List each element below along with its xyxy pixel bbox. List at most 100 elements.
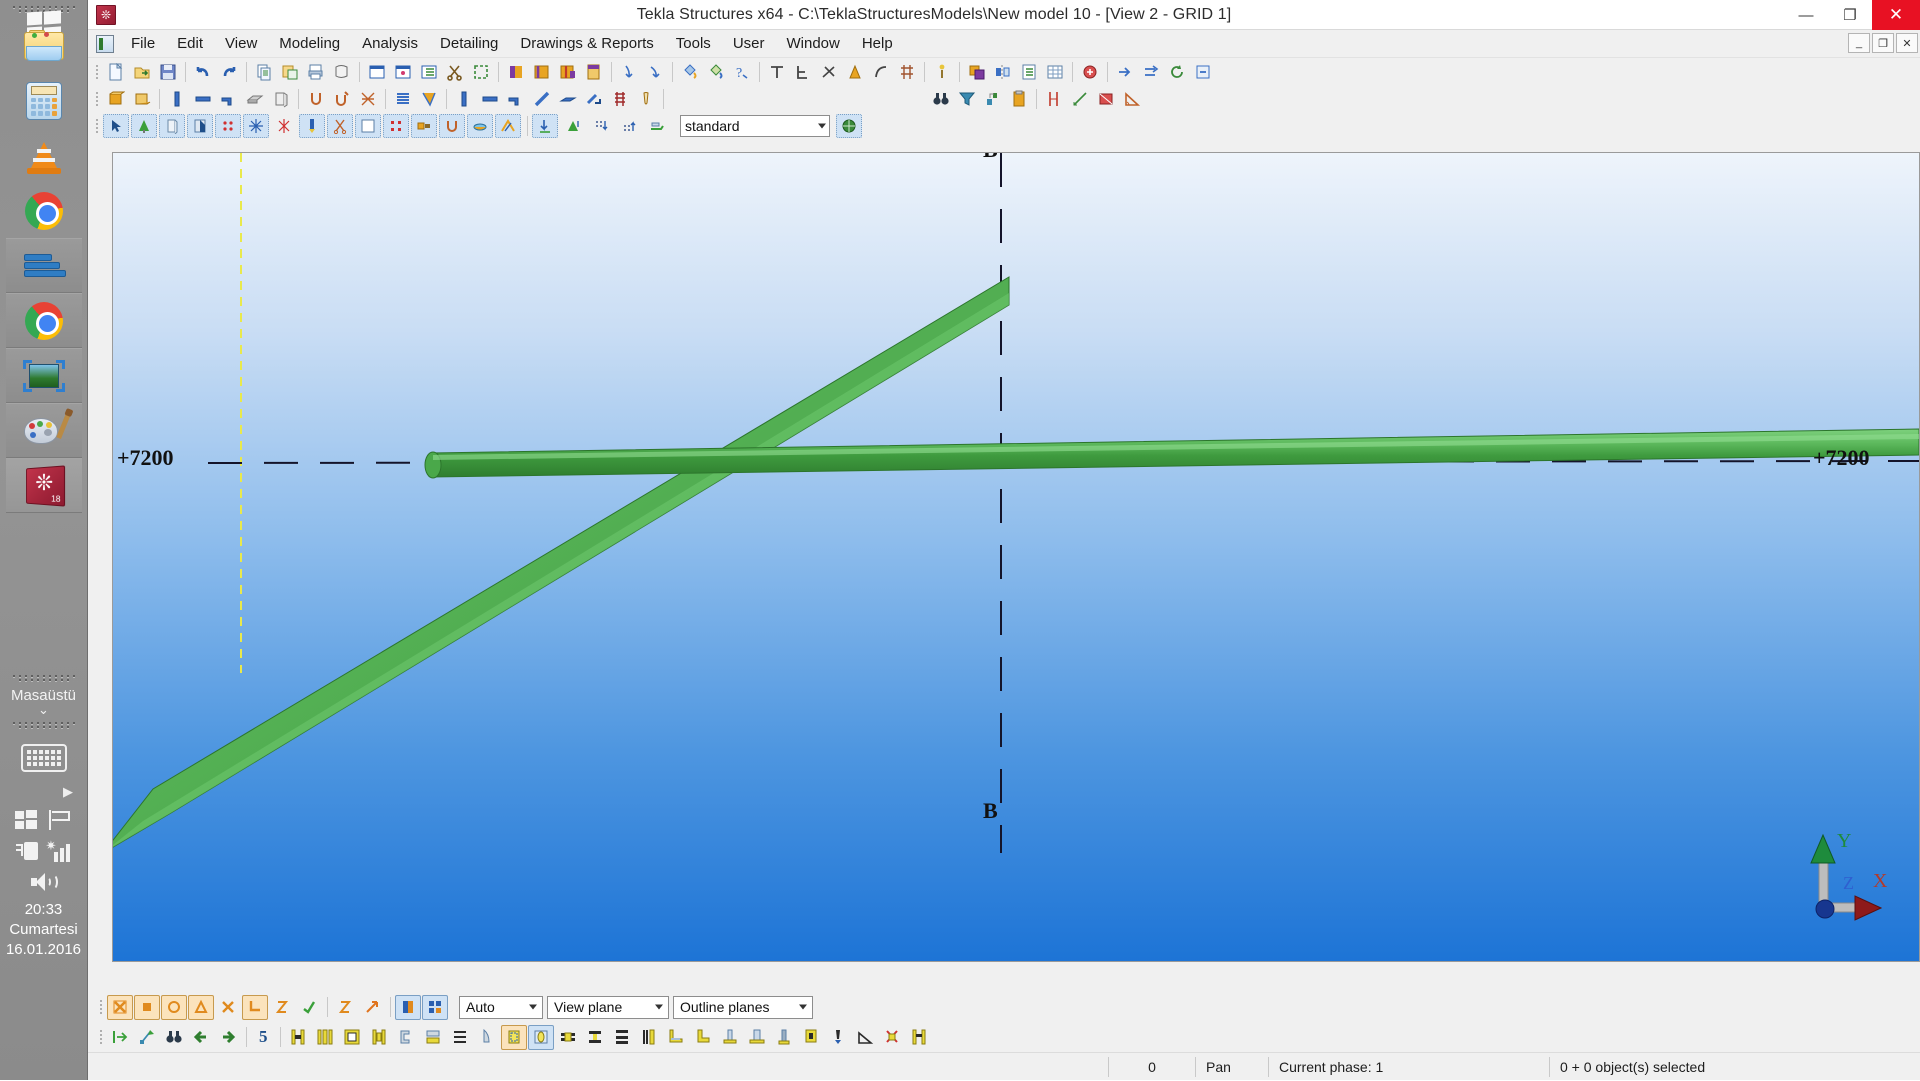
menu-view[interactable]: View bbox=[214, 31, 268, 56]
model-view-container[interactable]: B B +7200 +7200 Y X Z bbox=[112, 152, 1920, 962]
taskbar-item-file-explorer[interactable] bbox=[0, 18, 88, 73]
select-bolt-icon[interactable] bbox=[215, 114, 241, 138]
snap-grid-down-icon[interactable] bbox=[588, 114, 614, 138]
pick-point-icon[interactable] bbox=[929, 60, 955, 84]
select-assembly-icon[interactable] bbox=[187, 114, 213, 138]
connection-1-icon[interactable] bbox=[285, 1025, 311, 1050]
select-all-icon[interactable] bbox=[103, 114, 129, 138]
measure-angle-icon[interactable] bbox=[1119, 87, 1145, 111]
select-surface-icon[interactable] bbox=[299, 114, 325, 138]
rebar-icon[interactable] bbox=[390, 87, 416, 111]
model-canvas[interactable] bbox=[113, 153, 1919, 961]
mdi-document-icon[interactable] bbox=[96, 35, 114, 53]
previous-icon[interactable] bbox=[188, 1025, 214, 1050]
cut-tool-icon[interactable] bbox=[879, 1025, 905, 1050]
select-view-icon[interactable] bbox=[355, 114, 381, 138]
base-3-icon[interactable] bbox=[771, 1025, 797, 1050]
select-rebar-icon[interactable] bbox=[243, 114, 269, 138]
select-weld-icon[interactable] bbox=[271, 114, 297, 138]
window-dot-icon[interactable] bbox=[390, 60, 416, 84]
model-view-3d[interactable]: B B +7200 +7200 Y X Z bbox=[112, 152, 1920, 962]
clock-time[interactable]: 20:33 bbox=[0, 900, 87, 920]
snap-nearest-icon[interactable] bbox=[269, 995, 295, 1020]
bolt-array-icon[interactable] bbox=[329, 87, 355, 111]
table-icon[interactable] bbox=[1042, 60, 1068, 84]
taskbar-window-tekla[interactable]: ❊ 18 bbox=[0, 458, 88, 513]
create-part2-icon[interactable] bbox=[129, 87, 155, 111]
select-pour-icon[interactable] bbox=[467, 114, 493, 138]
base-plate-icon[interactable] bbox=[582, 1025, 608, 1050]
arrow-down-small-icon[interactable] bbox=[616, 60, 642, 84]
snap-midpoint-icon[interactable] bbox=[188, 995, 214, 1020]
zoom-fit-icon[interactable] bbox=[134, 1025, 160, 1050]
circular-hole-icon[interactable] bbox=[528, 1025, 554, 1050]
toolbar-grip[interactable] bbox=[97, 1027, 104, 1047]
column-base-icon[interactable] bbox=[906, 1025, 932, 1050]
snap-arc-icon[interactable] bbox=[868, 60, 894, 84]
bolt-icon[interactable] bbox=[303, 87, 329, 111]
app-icon[interactable] bbox=[94, 3, 118, 27]
weld-icon[interactable] bbox=[355, 87, 381, 111]
close-button[interactable]: ✕ bbox=[1872, 0, 1920, 30]
snap-center-icon[interactable] bbox=[161, 995, 187, 1020]
snap-line-icon[interactable] bbox=[296, 995, 322, 1020]
print-icon[interactable] bbox=[303, 60, 329, 84]
outline-planes-select[interactable]: Outline planes bbox=[673, 996, 813, 1019]
minimize-button[interactable]: — bbox=[1784, 0, 1828, 30]
help-box-icon[interactable] bbox=[1190, 60, 1216, 84]
redo-arrow-icon[interactable] bbox=[216, 60, 242, 84]
snap-perp-icon[interactable] bbox=[764, 60, 790, 84]
snap-extension-icon[interactable] bbox=[332, 995, 358, 1020]
mdi-restore-button[interactable]: ❐ bbox=[1872, 33, 1894, 53]
haunch-icon[interactable] bbox=[474, 1025, 500, 1050]
taskbar-item-calculator[interactable] bbox=[0, 73, 88, 128]
taskbar-item-vlc[interactable] bbox=[0, 128, 88, 183]
select-points-icon[interactable] bbox=[383, 114, 409, 138]
list-report-icon[interactable] bbox=[1016, 60, 1042, 84]
toolbar-grip[interactable] bbox=[93, 62, 100, 82]
select-cut-icon[interactable] bbox=[327, 114, 353, 138]
snap-grid-up-icon[interactable] bbox=[616, 114, 642, 138]
binoculars-icon[interactable] bbox=[161, 1025, 187, 1050]
taskbar-window-chrome[interactable] bbox=[0, 293, 88, 348]
menu-window[interactable]: Window bbox=[775, 31, 850, 56]
diagonal-icon[interactable] bbox=[529, 87, 555, 111]
window-icon[interactable] bbox=[364, 60, 390, 84]
help-arrow2-icon[interactable] bbox=[1138, 60, 1164, 84]
clipboard-icon[interactable] bbox=[1006, 87, 1032, 111]
windows-icon[interactable] bbox=[15, 810, 37, 830]
column-splice-icon[interactable] bbox=[636, 1025, 662, 1050]
work-plane-select[interactable]: View plane bbox=[547, 996, 669, 1019]
undo-arrow-icon[interactable] bbox=[190, 60, 216, 84]
taskbar-window-etabs[interactable] bbox=[0, 238, 88, 293]
stiffener-2-icon[interactable] bbox=[798, 1025, 824, 1050]
beam-icon[interactable] bbox=[190, 87, 216, 111]
column-2-icon[interactable] bbox=[451, 87, 477, 111]
taskbar-window-photo-viewer[interactable] bbox=[0, 348, 88, 403]
battery-icon[interactable] bbox=[16, 840, 38, 862]
measure-angle-icon[interactable] bbox=[852, 1025, 878, 1050]
select-component-icon[interactable] bbox=[131, 114, 157, 138]
save-disk-icon[interactable] bbox=[155, 60, 181, 84]
snap-perpendicular-icon[interactable] bbox=[242, 995, 268, 1020]
menu-detailing[interactable]: Detailing bbox=[429, 31, 509, 56]
polybeam-icon[interactable] bbox=[216, 87, 242, 111]
snap-down-icon[interactable] bbox=[532, 114, 558, 138]
clip-angle-icon[interactable] bbox=[420, 1025, 446, 1050]
flag-icon[interactable] bbox=[49, 810, 73, 830]
menu-help[interactable]: Help bbox=[851, 31, 904, 56]
filter-icon[interactable] bbox=[954, 87, 980, 111]
brace-icon[interactable] bbox=[581, 87, 607, 111]
binoculars-icon[interactable] bbox=[928, 87, 954, 111]
snap-reference-point-icon[interactable] bbox=[134, 995, 160, 1020]
speaker-icon[interactable] bbox=[31, 872, 57, 892]
select-region-icon[interactable] bbox=[468, 60, 494, 84]
menu-file[interactable]: File bbox=[120, 31, 166, 56]
splice-icon[interactable] bbox=[555, 1025, 581, 1050]
component-number[interactable]: 5 bbox=[251, 1027, 276, 1047]
select-load-icon[interactable] bbox=[439, 114, 465, 138]
paint-bucket-2-icon[interactable] bbox=[703, 60, 729, 84]
arrow-down-curve-icon[interactable] bbox=[642, 60, 668, 84]
query-icon[interactable]: ? bbox=[729, 60, 755, 84]
corner-icon[interactable] bbox=[690, 1025, 716, 1050]
